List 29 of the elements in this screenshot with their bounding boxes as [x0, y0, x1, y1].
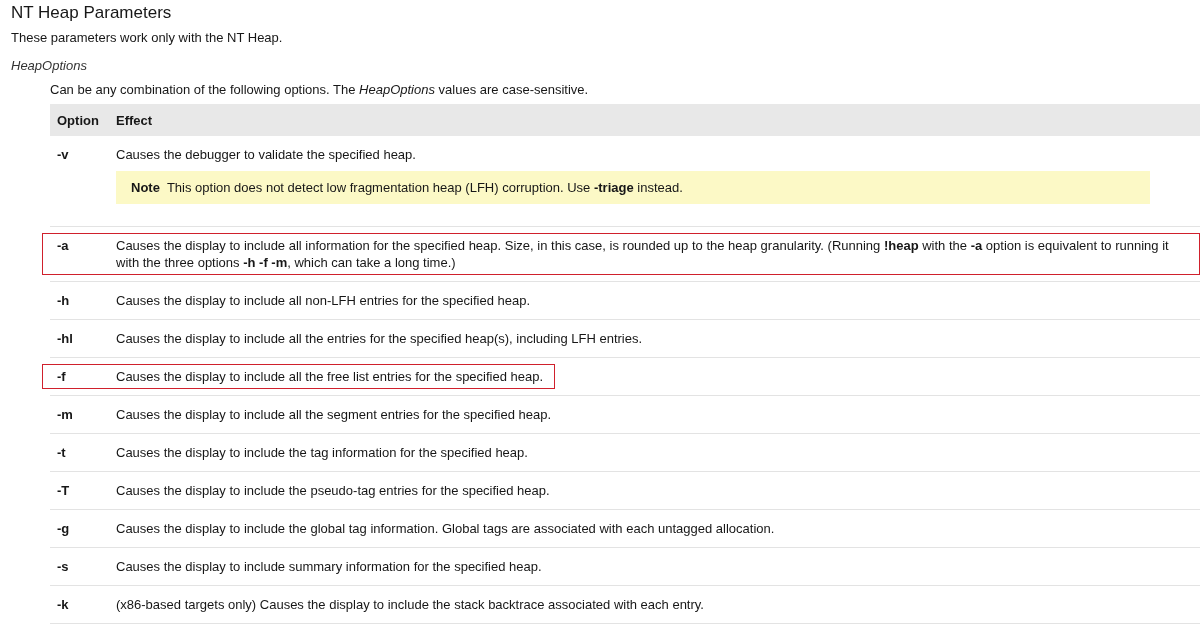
option-cell-text: -g — [56, 520, 71, 537]
effect-cell-text: Causes the display to include the tag information for the specified heap. — [116, 444, 529, 461]
effect-cell-text: Causes the debugger to validate the specified heap. — [116, 146, 417, 163]
intro-text: These parameters work only with the NT Heap. — [11, 30, 284, 46]
effect-cell-text: Causes the display to include the pseudo-tag entries for the specified heap. — [116, 482, 551, 499]
option-cell-text: -a — [56, 237, 70, 255]
effect-cell-text: Causes the display to include all the segment entries for the specified heap. — [116, 406, 553, 423]
parameter-description: Can be any combination of the following options. The HeapOptions values are case-sensitive. — [50, 82, 590, 98]
option-cell-text: -v — [56, 146, 70, 163]
option-cell-text: -hl — [56, 330, 74, 347]
effect-cell-text: Causes the display to include all the free list entries for the specified heap. — [116, 368, 545, 385]
option-cell-text: -k — [56, 596, 70, 613]
effect-cell-text: Causes the display to include all the entries for the specified heap(s), including LFH entries. — [116, 330, 644, 347]
parameter-name: HeapOptions — [11, 58, 88, 74]
option-cell-text: -f — [56, 368, 67, 385]
effect-cell-text: Causes the display to include all information for the specified heap. Size, in this case, is rounded up to the heap granularity. (Running !heap with the -a option is equivalent to running it with the three options -h -f -m, which can take a long time.) — [116, 237, 1170, 271]
page-title: NT Heap Parameters — [11, 2, 173, 24]
option-cell-text: -h — [56, 292, 71, 309]
option-cell-text: -t — [56, 444, 67, 461]
option-cell-text: -T — [56, 482, 71, 499]
option-cell-text: -m — [56, 406, 74, 423]
column-header: Effect — [116, 112, 154, 128]
column-header: Option — [56, 112, 100, 128]
note-box: Note This option does not detect low fragmentation heap (LFH) corruption. Use -triage instead. — [116, 171, 1150, 204]
option-cell-text: -s — [56, 558, 70, 575]
effect-cell-text: Causes the display to include summary information for the specified heap. — [116, 558, 543, 575]
effect-cell-text: Causes the display to include the global tag information. Global tags are associated with each untagged allocation. — [116, 520, 776, 537]
effect-cell-text: Causes the display to include all non-LFH entries for the specified heap. — [116, 292, 532, 309]
effect-cell-text: (x86-based targets only) Causes the display to include the stack backtrace associated with each entry. — [116, 596, 705, 613]
